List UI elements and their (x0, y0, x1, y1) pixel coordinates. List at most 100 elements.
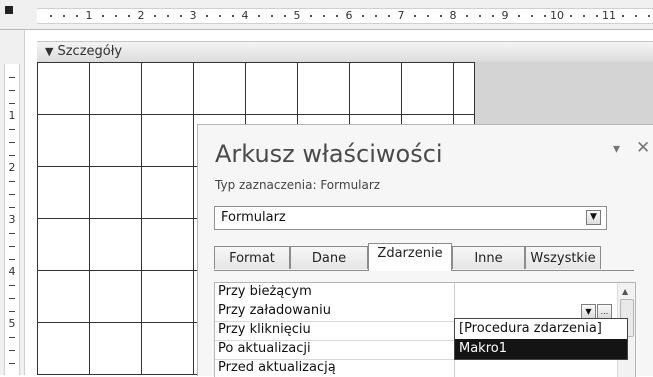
ruler-tick (9, 90, 15, 91)
ruler-tick (635, 15, 637, 17)
property-value[interactable] (456, 283, 617, 302)
ruler-tick (323, 15, 325, 17)
property-sheet-title: Arkusz właściwości (215, 140, 443, 168)
vertical-ruler: 1 2 3 4 5 (0, 30, 25, 375)
ruler-tick (583, 15, 585, 17)
ruler-corner-selector[interactable] (5, 6, 13, 14)
ruler-tick (518, 15, 520, 17)
ruler-tick (9, 194, 15, 195)
ruler-tick (128, 15, 130, 17)
ruler-tick (9, 246, 15, 247)
builder-button[interactable]: ... (597, 304, 612, 319)
column-divider (454, 283, 455, 302)
object-selector-value: Formularz (221, 210, 286, 225)
event-dropdown-list: [Procedura zdarzenia] Makro1 (454, 318, 628, 360)
ruler-tick (466, 15, 468, 17)
ruler-number: 8 (449, 9, 457, 22)
chevron-down-icon[interactable]: ▼ (581, 304, 596, 319)
ruler-number: 5 (293, 9, 301, 22)
ruler-tick (375, 15, 377, 17)
ruler-tick (479, 15, 481, 17)
horizontal-ruler: 1 2 3 4 5 6 7 8 9 10 11 (0, 0, 653, 30)
ruler-number: 6 (345, 9, 353, 22)
ruler-tick (544, 15, 546, 17)
pane-options-chevron-icon[interactable]: ▾ (613, 141, 620, 157)
ruler-tick (648, 15, 650, 17)
ruler-tick (206, 15, 208, 17)
ruler-number: 1 (85, 9, 93, 22)
ruler-tick (76, 15, 78, 17)
vertical-ruler-track: 1 2 3 4 5 (4, 64, 20, 375)
ruler-tick (9, 259, 15, 260)
ruler-number: 2 (8, 161, 16, 174)
ruler-tick (9, 337, 15, 338)
tab-zdarzenie[interactable]: Zdarzenie (368, 243, 452, 271)
ruler-tick (492, 15, 494, 17)
ruler-tick (63, 15, 65, 17)
ruler-tick (414, 15, 416, 17)
tab-dane[interactable]: Dane (290, 246, 368, 269)
ruler-tick (9, 155, 15, 156)
close-icon[interactable]: ✕ (636, 138, 650, 158)
section-arrow-icon: ▼ (45, 45, 54, 58)
ruler-tick (115, 15, 117, 17)
ruler-tick (50, 15, 52, 17)
ruler-tick (531, 15, 533, 17)
property-name: Przy załadowaniu (218, 303, 331, 318)
ruler-number: 4 (8, 265, 16, 278)
ruler-number: 10 (550, 9, 564, 22)
selection-type-label: Typ zaznaczenia: Formularz (215, 178, 381, 192)
dropdown-option-makro1[interactable]: Makro1 (455, 339, 627, 359)
property-value[interactable] (456, 359, 617, 377)
ruler-tick (9, 103, 15, 104)
ruler-tick (232, 15, 234, 17)
dropdown-option-event-procedure[interactable]: [Procedura zdarzenia] (455, 319, 627, 339)
ruler-tick (9, 207, 15, 208)
ruler-tick (388, 15, 390, 17)
ruler-tick (570, 15, 572, 17)
property-name: Przy kliknięciu (218, 322, 311, 337)
ruler-number: 2 (137, 9, 145, 22)
ruler-tick (258, 15, 260, 17)
ruler-tick (9, 298, 15, 299)
ruler-tick (362, 15, 364, 17)
ruler-tick (9, 311, 15, 312)
tab-inne[interactable]: Inne (452, 246, 525, 269)
ruler-tick (427, 15, 429, 17)
property-name: Po aktualizacji (218, 341, 311, 356)
ruler-tick (336, 15, 338, 17)
ruler-number: 3 (8, 213, 16, 226)
ruler-number: 7 (397, 9, 405, 22)
detail-section-bar[interactable]: ▼ Szczegóły (37, 41, 653, 63)
ruler-number: 1 (8, 109, 16, 122)
ruler-tick (310, 15, 312, 17)
tab-format[interactable]: Format (214, 246, 290, 269)
section-label: ▼ Szczegóły (45, 43, 122, 61)
ruler-tick (9, 350, 15, 351)
ruler-tick (9, 285, 15, 286)
chevron-down-icon[interactable]: ▼ (586, 210, 601, 225)
property-tabs: Format Dane Zdarzenie Inne Wszystkie (214, 243, 634, 271)
horizontal-ruler-track: 1 2 3 4 5 6 7 8 9 10 11 (37, 8, 653, 24)
column-divider (454, 359, 455, 377)
ruler-number: 11 (602, 9, 616, 22)
ruler-tick (167, 15, 169, 17)
ruler-number: 5 (8, 317, 16, 330)
ruler-number: 9 (501, 9, 509, 22)
ruler-number: 3 (189, 9, 197, 22)
ruler-tick (440, 15, 442, 17)
ruler-tick (9, 77, 15, 78)
ruler-tick (9, 181, 15, 182)
ruler-tick (284, 15, 286, 17)
property-row[interactable]: Przy bieżącym (215, 283, 617, 303)
property-row[interactable]: Przed aktualizacją (215, 359, 617, 377)
ruler-tick (622, 15, 624, 17)
scroll-up-arrow-icon[interactable]: ▲ (622, 287, 628, 296)
ruler-tick (102, 15, 104, 17)
object-selector-combobox[interactable]: Formularz ▼ (214, 206, 607, 230)
ruler-tick (9, 363, 15, 364)
ruler-tick (154, 15, 156, 17)
tab-wszystkie[interactable]: Wszystkie (525, 246, 601, 269)
property-name: Przy bieżącym (218, 284, 312, 299)
ruler-tick (9, 142, 15, 143)
